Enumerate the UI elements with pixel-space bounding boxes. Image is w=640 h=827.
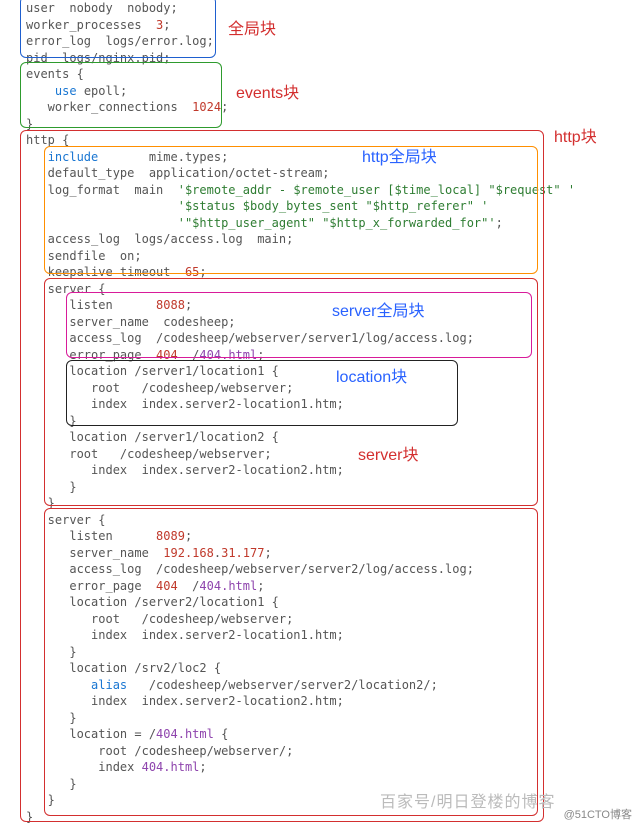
watermark-faint: 百家号/明日登楼的博客 [380, 795, 555, 811]
code-block: user nobody nobody; worker_processes 3; … [0, 0, 640, 825]
watermark: @51CTO博客 [564, 807, 632, 823]
